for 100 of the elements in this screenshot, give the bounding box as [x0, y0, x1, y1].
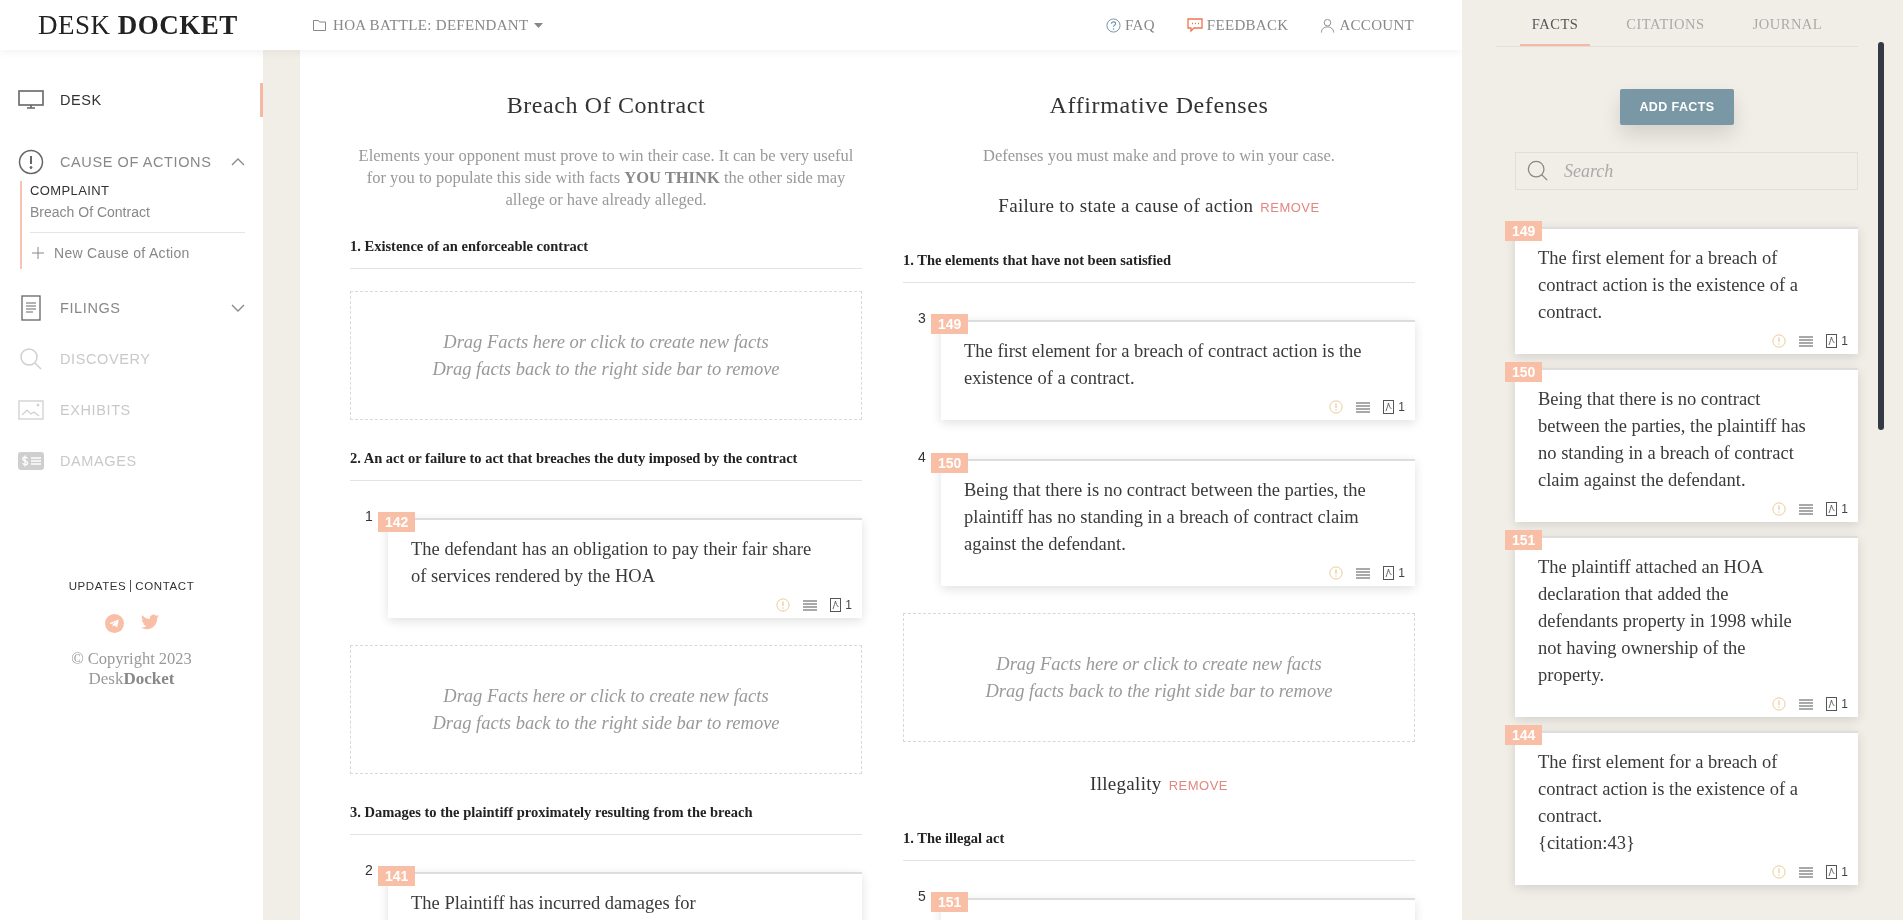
column-description: Defenses you must make and prove to win your case.	[982, 145, 1336, 167]
drop-zone[interactable]: Drag Facts here or click to create new facts Drag facts back to the right side bar to remove	[903, 613, 1415, 742]
list-icon[interactable]	[1356, 401, 1371, 413]
warning-icon[interactable]	[1772, 865, 1787, 879]
brand-name: DeskDocket	[88, 669, 175, 689]
fact-id-badge: 142	[378, 512, 416, 532]
nav-link[interactable]: FAQ	[1106, 16, 1155, 34]
case-dropdown[interactable]: HOA BATTLE: DEFENDANT	[313, 16, 544, 34]
sidebar-item[interactable]: CAUSE OF ACTIONS	[18, 145, 263, 179]
search-field[interactable]: Search	[1515, 152, 1858, 190]
fact-text: The first element for a breach of contract action is the existence of a contract.	[1538, 247, 1799, 324]
cause-link[interactable]: Breach Of Contract	[30, 204, 245, 233]
list-icon[interactable]	[1799, 335, 1814, 347]
fact-id-badge: 150	[931, 453, 969, 473]
element-title: 1. The illegal act	[903, 819, 1415, 861]
fact-order-number: 1	[365, 508, 373, 524]
fact-order-number: 3	[918, 310, 926, 326]
drop-zone[interactable]: Drag Facts here or click to create new facts Drag facts back to the right side bar to remove	[350, 291, 862, 420]
warning-icon[interactable]	[1329, 400, 1344, 414]
remove-link[interactable]: REMOVE	[1168, 778, 1228, 793]
list-icon[interactable]	[803, 599, 818, 611]
search-icon	[1527, 160, 1549, 182]
list-icon[interactable]	[1799, 698, 1814, 710]
fact-text: The first element for a breach of contract action is the existence of a contract.	[964, 340, 1363, 390]
list-icon[interactable]	[1799, 866, 1814, 878]
list-icon[interactable]	[1799, 503, 1814, 515]
chevron-up-icon[interactable]	[231, 158, 245, 166]
attachment-count: 1	[1841, 865, 1848, 879]
list-icon[interactable]	[1356, 567, 1371, 579]
document-icon[interactable]	[1826, 697, 1838, 711]
nav-link[interactable]: FEEDBACK	[1186, 16, 1289, 34]
fact-order-number: 2	[365, 862, 373, 878]
column-title: Affirmative Defenses	[1048, 92, 1270, 119]
citation-tag: {citation:43}	[1538, 830, 1812, 857]
column-description: Elements your opponent must prove to win their case. It can be very useful for you to populate this side with facts YOU THINK the other side may allege or have already alleged.	[358, 145, 854, 211]
fact-id-badge: 144	[1505, 725, 1543, 745]
fact-text: Being that there is no contract between the parties, the plaintiff has no standing in a breach of contract claim against the defendant.	[964, 479, 1367, 556]
warning-icon[interactable]	[1329, 566, 1344, 580]
warning-icon[interactable]	[776, 598, 791, 612]
document-icon[interactable]	[1383, 566, 1395, 580]
scrollbar[interactable]	[1878, 42, 1884, 430]
money-icon	[18, 452, 44, 470]
fact-id-badge: 150	[1505, 362, 1543, 382]
document-icon[interactable]	[1826, 502, 1838, 516]
folder-icon	[313, 19, 327, 31]
element-title: 2. An act or failure to act that breaches the duty imposed by the contract	[350, 439, 862, 481]
warning-icon[interactable]	[1772, 697, 1787, 711]
telegram-icon[interactable]	[104, 614, 124, 633]
document-icon[interactable]	[830, 598, 842, 612]
element-title: 3. Damages to the plaintiff proximately resulting from the breach	[350, 793, 862, 835]
drop-zone[interactable]: Drag Facts here or click to create new facts Drag facts back to the right side bar to remove	[350, 645, 862, 774]
fact-text: Being that there is no contract between the parties, the plaintiff has no standing in a breach of contract claim against the defendant.	[1538, 388, 1807, 492]
warning-icon[interactable]	[1772, 502, 1787, 516]
picture-icon	[18, 400, 44, 420]
remove-link[interactable]: REMOVE	[1260, 200, 1320, 215]
attachment-count: 1	[1841, 697, 1848, 711]
fact-id-badge: 149	[931, 314, 969, 334]
logo: DESK DOCKET	[38, 9, 239, 41]
new-cause-link[interactable]: New Cause of Action	[22, 233, 245, 261]
plus-icon	[32, 247, 44, 259]
user-icon	[1320, 17, 1336, 33]
warning-icon[interactable]	[1772, 334, 1787, 348]
group-heading: COMPLAINT	[29, 183, 111, 200]
defense-title: Illegality	[1090, 773, 1162, 795]
chevron-down-icon[interactable]	[231, 304, 245, 312]
document-icon[interactable]	[1826, 865, 1838, 879]
column-title: Breach Of Contract	[505, 92, 707, 119]
bird-icon[interactable]	[140, 614, 159, 630]
attachment-count: 1	[1841, 502, 1848, 516]
fact-text: The first element for a breach of contract action is the existence of a contract.	[1538, 751, 1799, 828]
element-title: 1. The elements that have not been satisfied	[903, 241, 1415, 283]
attachment-count: 1	[1398, 566, 1405, 580]
document-icon	[21, 295, 41, 321]
panel-tab[interactable]: JOURNAL	[1740, 0, 1835, 46]
fact-text: The plaintiff attached an HOA declaration that added the defendants property in 1998 while not having ownership of the property.	[1538, 556, 1793, 687]
document-icon[interactable]	[1826, 334, 1838, 348]
attachment-count: 1	[1841, 334, 1848, 348]
element-title: 1. Existence of an enforceable contract	[350, 227, 862, 269]
sidebar-item[interactable]: FILINGS	[18, 291, 263, 325]
chat-icon	[1186, 17, 1203, 33]
fact-order-number: 5	[918, 888, 926, 904]
document-icon[interactable]	[1383, 400, 1395, 414]
nav-link[interactable]: ACCOUNT	[1320, 16, 1414, 34]
footer-link[interactable]: UPDATES	[68, 580, 127, 592]
footer-link[interactable]: CONTACT	[130, 580, 195, 592]
panel-tab[interactable]: CITATIONS	[1614, 0, 1717, 46]
fact-text: The Plaintiff has incurred damages for	[411, 892, 697, 915]
fact-id-badge: 151	[1505, 530, 1543, 550]
attachment-count: 1	[1398, 400, 1405, 414]
copyright-text: © Copyright 2023	[71, 649, 192, 669]
caret-icon	[534, 22, 544, 28]
fact-order-number: 4	[918, 449, 926, 465]
add-facts-button[interactable]: ADD FACTS	[1620, 89, 1734, 125]
panel-tab[interactable]: FACTS	[1519, 0, 1591, 46]
defense-title: Failure to state a cause of action	[998, 195, 1254, 217]
fact-id-badge: 149	[1505, 221, 1543, 241]
attachment-count: 1	[845, 598, 852, 612]
fact-text: The defendant has an obligation to pay their fair share of services rendered by the HOA	[411, 538, 813, 588]
warning-icon	[18, 149, 44, 175]
search-icon	[19, 347, 43, 371]
